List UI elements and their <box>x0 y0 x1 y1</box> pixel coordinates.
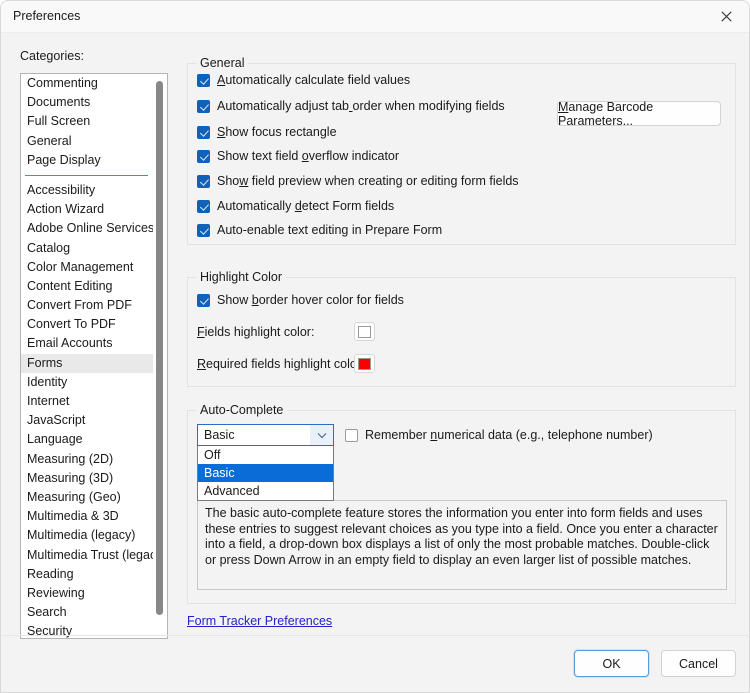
category-item[interactable]: Convert To PDF <box>21 315 154 334</box>
manage-barcode-parameters-button[interactable]: Manage Barcode Parameters... <box>557 100 721 128</box>
category-item[interactable]: Color Management <box>21 258 154 277</box>
category-item[interactable]: Identity <box>21 373 154 392</box>
swatch-color <box>358 325 371 338</box>
checkbox-show-border-hover-color[interactable]: Show border hover color for fields <box>197 293 404 307</box>
swatch-color <box>358 357 371 370</box>
checkbox-label: Show text field overflow indicator <box>217 149 400 163</box>
category-item[interactable]: Multimedia (legacy) <box>21 526 154 545</box>
category-item[interactable]: Internet <box>21 392 154 411</box>
checkbox-box <box>197 73 210 87</box>
required-fields-highlight-color-swatch[interactable] <box>354 354 375 373</box>
scrollbar-thumb[interactable] <box>156 81 163 615</box>
category-item[interactable]: Accessibility <box>21 181 154 200</box>
checkbox-label: Automatically detect Form fields <box>217 199 395 213</box>
categories-scrollbar[interactable] <box>153 75 166 638</box>
category-item[interactable]: Reading <box>21 565 154 584</box>
form-tracker-preferences-link[interactable]: Form Tracker Preferences <box>187 614 332 628</box>
category-divider <box>25 174 148 176</box>
checkbox-general-2[interactable]: Show focus rectangle <box>197 125 337 139</box>
category-item[interactable]: Documents <box>21 93 154 112</box>
category-item[interactable]: Adobe Online Services <box>21 219 154 238</box>
category-item[interactable]: Search <box>21 603 154 622</box>
checkbox-label: Remember numerical data (e.g., telephone… <box>365 428 653 442</box>
categories-label: Categories: <box>20 49 84 63</box>
preferences-dialog: Preferences Categories: Commenting Docume… <box>0 0 750 693</box>
chevron-down-icon[interactable] <box>310 425 333 445</box>
categories-list[interactable]: Commenting Documents Full Screen General Pag… <box>20 73 168 639</box>
category-item[interactable]: Page Display <box>21 151 154 170</box>
checkbox-general-3[interactable]: Show text field overflow indicator <box>197 149 399 163</box>
window-title: Preferences <box>13 9 81 23</box>
checkbox-box <box>197 174 210 188</box>
category-item[interactable]: JavaScript <box>21 411 154 430</box>
checkbox-box <box>197 149 210 163</box>
fields-highlight-color-label: Fields highlight color: <box>197 325 315 339</box>
checkbox-box <box>197 293 210 307</box>
checkbox-label: Auto-enable text editing in Prepare Form <box>217 223 443 237</box>
category-item[interactable]: Content Editing <box>21 277 154 296</box>
checkbox-general-6[interactable]: Auto-enable text editing in Prepare Form <box>197 223 442 237</box>
checkbox-label: Automatically calculate field values <box>217 73 411 87</box>
checkbox-remember-numerical-data[interactable]: Remember numerical data (e.g., telephone… <box>345 428 653 442</box>
checkbox-general-0[interactable]: Automatically calculate field values <box>197 73 410 87</box>
dropdown-option[interactable]: Basic <box>198 464 333 482</box>
category-item[interactable]: Multimedia & 3D <box>21 507 154 526</box>
general-group-title: General <box>196 56 249 70</box>
checkbox-box <box>345 428 358 442</box>
fields-highlight-color-swatch[interactable] <box>354 322 375 341</box>
category-item[interactable]: Action Wizard <box>21 200 154 219</box>
checkbox-box <box>197 125 210 139</box>
category-item[interactable]: Language <box>21 430 154 449</box>
auto-complete-group-title: Auto-Complete <box>196 403 288 417</box>
auto-complete-select[interactable]: Basic <box>197 424 334 446</box>
cancel-button[interactable]: Cancel <box>661 650 736 677</box>
category-item[interactable]: Measuring (2D) <box>21 450 154 469</box>
checkbox-label: Show focus rectangle <box>217 125 337 139</box>
checkbox-box <box>197 223 210 237</box>
category-item[interactable]: General <box>21 132 154 151</box>
required-fields-highlight-color-label: Required fields highlight color: <box>197 357 365 371</box>
footer-divider <box>2 635 750 636</box>
category-item[interactable]: Measuring (3D) <box>21 469 154 488</box>
checkbox-box <box>197 199 210 213</box>
checkbox-box <box>197 99 210 113</box>
auto-complete-selected-value: Basic <box>204 428 235 442</box>
close-icon[interactable] <box>703 1 749 32</box>
category-item[interactable]: Catalog <box>21 239 154 258</box>
highlight-group-title: Highlight Color <box>196 270 286 284</box>
auto-complete-dropdown-list[interactable]: Off Basic Advanced <box>197 446 334 501</box>
dropdown-option[interactable]: Advanced <box>198 482 333 500</box>
category-item[interactable]: Reviewing <box>21 584 154 603</box>
checkbox-label: Show border hover color for fields <box>217 293 404 307</box>
checkbox-label: Automatically adjust tab order when modi… <box>217 99 505 113</box>
category-item[interactable]: Full Screen <box>21 112 154 131</box>
title-bar: Preferences <box>1 1 749 33</box>
checkbox-general-1[interactable]: Automatically adjust tab order when modi… <box>197 99 505 113</box>
category-item[interactable]: Convert From PDF <box>21 296 154 315</box>
checkbox-general-4[interactable]: Show field preview when creating or edit… <box>197 174 519 188</box>
dropdown-option[interactable]: Off <box>198 446 333 464</box>
category-item[interactable]: Multimedia Trust (legacy) <box>21 546 167 565</box>
ok-button[interactable]: OK <box>574 650 649 677</box>
checkbox-general-5[interactable]: Automatically detect Form fields <box>197 199 394 213</box>
checkbox-label: Show field preview when creating or edit… <box>217 174 519 188</box>
category-item[interactable]: Commenting <box>21 74 154 93</box>
category-item[interactable]: Security <box>21 622 154 638</box>
category-item[interactable]: Email Accounts <box>21 334 154 353</box>
auto-complete-description: The basic auto-complete feature stores t… <box>197 500 727 590</box>
category-item[interactable]: Forms <box>21 353 154 373</box>
category-item[interactable]: Measuring (Geo) <box>21 488 154 507</box>
